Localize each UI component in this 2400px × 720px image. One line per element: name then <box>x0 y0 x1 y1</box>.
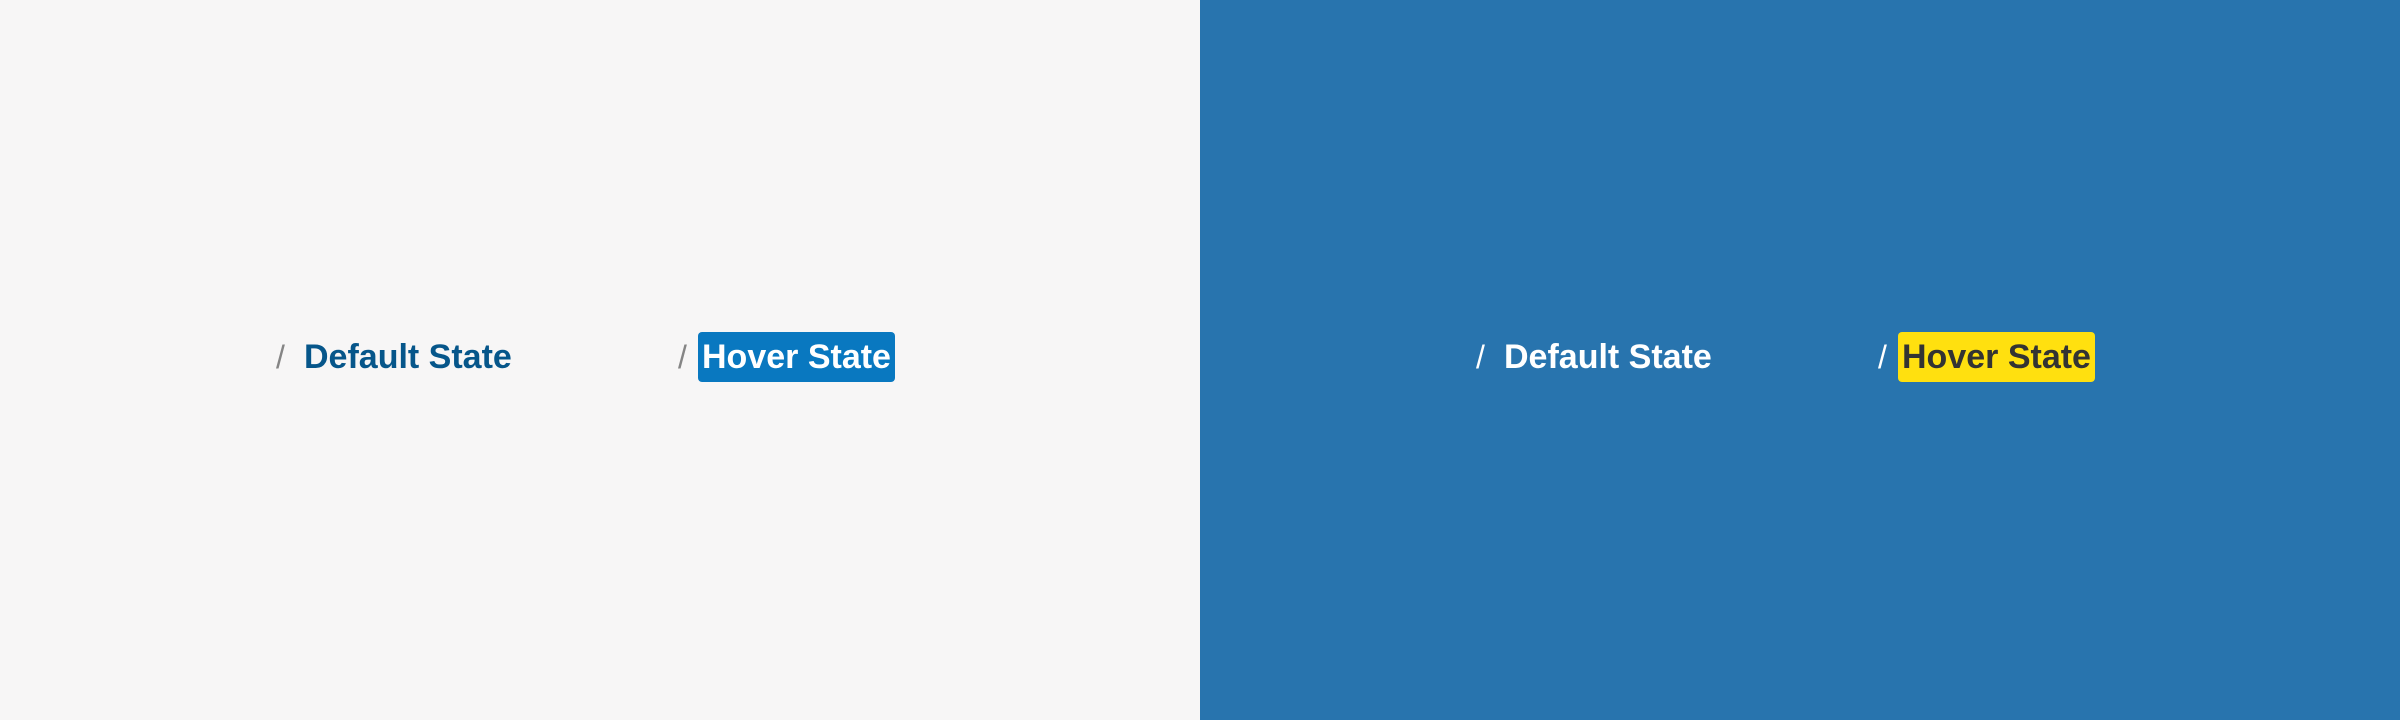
breadcrumb-item-hover-light: / Hover State <box>678 332 895 382</box>
breadcrumb-separator: / <box>678 339 687 375</box>
dark-theme-panel: / Default State / Hover State <box>1200 0 2400 720</box>
breadcrumb-item-hover-dark: / Hover State <box>1878 332 2095 382</box>
light-theme-panel: / Default State / Hover State <box>0 0 1200 720</box>
breadcrumb-separator: / <box>1878 339 1887 375</box>
breadcrumb-item-default-dark: / Default State <box>1476 332 1716 382</box>
breadcrumb-item-default-light: / Default State <box>276 332 516 382</box>
breadcrumb-separator: / <box>276 339 285 375</box>
breadcrumb-link-default[interactable]: Default State <box>300 332 516 382</box>
breadcrumb-separator: / <box>1476 339 1485 375</box>
breadcrumb-link-default[interactable]: Default State <box>1500 332 1716 382</box>
breadcrumb-state-showcase: / Default State / Hover State / Default … <box>0 0 2400 720</box>
breadcrumb-link-hover[interactable]: Hover State <box>1898 332 2095 382</box>
breadcrumb-link-hover[interactable]: Hover State <box>698 332 895 382</box>
